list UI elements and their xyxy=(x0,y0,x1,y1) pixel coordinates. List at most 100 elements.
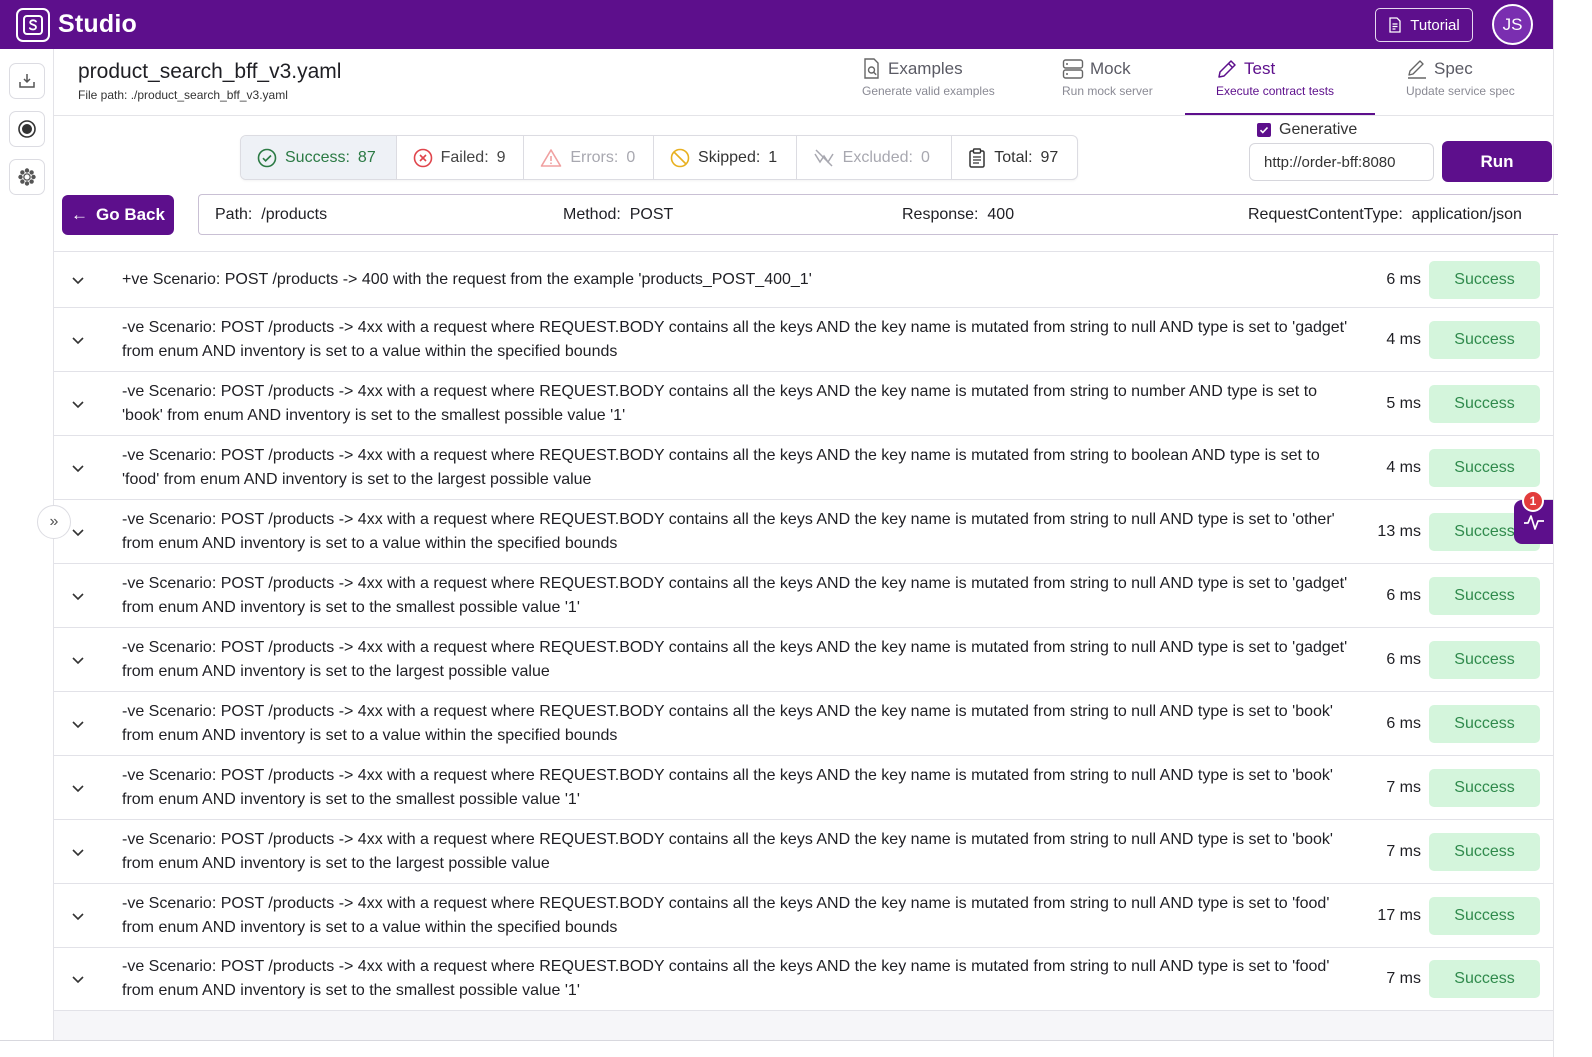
status-badge: Success xyxy=(1429,448,1540,487)
record-button[interactable] xyxy=(9,111,45,147)
chevron-down-icon[interactable] xyxy=(70,332,86,348)
stat-excluded[interactable]: Excluded: 0 xyxy=(797,136,953,179)
document-icon xyxy=(1389,17,1401,33)
scrollbar-strip[interactable] xyxy=(1553,0,1592,1057)
scenario-text: -ve Scenario: POST /products -> 4xx with… xyxy=(122,638,1348,680)
tab-sublabel: Update service spec xyxy=(1406,84,1515,98)
generative-checkbox[interactable]: Generative xyxy=(1257,121,1357,139)
file-path: File path: ./product_search_bff_v3.yaml xyxy=(78,88,288,102)
scenario-text: -ve Scenario: POST /products -> 4xx with… xyxy=(122,574,1348,616)
pulse-icon xyxy=(1523,515,1544,530)
go-back-label: Go Back xyxy=(96,205,165,224)
endpoint-info-bar: Path: /products Method: POST Response: 4… xyxy=(198,194,1558,235)
expand-sidebar-button[interactable]: » xyxy=(37,505,71,539)
result-row[interactable]: -ve Scenario: POST /products -> 4xx with… xyxy=(54,755,1553,819)
clipboard-icon xyxy=(969,147,986,168)
scenario-text: -ve Scenario: POST /products -> 4xx with… xyxy=(122,894,1330,936)
chevron-down-icon[interactable] xyxy=(70,971,86,987)
tab-spec[interactable]: Spec Update service spec xyxy=(1406,58,1515,116)
chevron-down-icon[interactable] xyxy=(70,780,86,796)
import-button[interactable] xyxy=(9,63,45,99)
warning-triangle-icon xyxy=(541,148,562,167)
stat-label: Errors: xyxy=(570,148,619,166)
chevron-down-icon[interactable] xyxy=(70,652,86,668)
base-url-input[interactable] xyxy=(1249,143,1434,181)
result-row[interactable]: -ve Scenario: POST /products -> 4xx with… xyxy=(54,947,1553,1011)
stat-skipped[interactable]: Skipped: 1 xyxy=(654,136,797,179)
method-value: POST xyxy=(629,206,674,223)
result-row[interactable]: -ve Scenario: POST /products -> 4xx with… xyxy=(54,691,1553,755)
status-badge: Success xyxy=(1429,704,1540,743)
result-row[interactable]: +ve Scenario: POST /products -> 400 with… xyxy=(54,251,1553,307)
chevron-down-icon[interactable] xyxy=(70,588,86,604)
status-badge: Success xyxy=(1429,896,1540,935)
record-icon xyxy=(18,120,36,138)
tutorial-label: Tutorial xyxy=(1410,16,1460,34)
result-row[interactable]: -ve Scenario: POST /products -> 4xx with… xyxy=(54,435,1553,499)
chevron-down-icon[interactable] xyxy=(70,844,86,860)
tab-sublabel: Generate valid examples xyxy=(862,84,995,98)
stat-label: Excluded: xyxy=(842,148,913,166)
user-avatar[interactable]: JS xyxy=(1492,4,1533,45)
scenario-text: +ve Scenario: POST /products -> 400 with… xyxy=(122,270,812,288)
x-circle-icon xyxy=(413,148,432,167)
stat-total[interactable]: Total: 97 xyxy=(952,136,1077,179)
stat-value: 9 xyxy=(496,148,506,166)
response-label: Response: xyxy=(902,206,979,223)
run-button[interactable]: Run xyxy=(1442,141,1552,182)
tab-mock[interactable]: Mock Run mock server xyxy=(1062,58,1153,116)
result-row[interactable]: -ve Scenario: POST /products -> 4xx with… xyxy=(54,627,1553,691)
stat-failed[interactable]: Failed: 9 xyxy=(397,136,525,179)
settings-button[interactable] xyxy=(9,159,45,195)
duration: 7 ms xyxy=(1386,970,1421,987)
stat-success[interactable]: Success: 87 xyxy=(241,136,397,179)
top-bar: Studio Tutorial JS xyxy=(0,0,1553,49)
content-type-info: RequestContentType: application/json xyxy=(1248,206,1522,224)
chevron-down-icon[interactable] xyxy=(70,524,86,540)
stat-errors[interactable]: Errors: 0 xyxy=(524,136,655,179)
stat-value: 1 xyxy=(768,148,778,166)
stat-label: Success: xyxy=(285,148,350,166)
brand[interactable]: Studio xyxy=(16,7,137,42)
scenario-text: -ve Scenario: POST /products -> 4xx with… xyxy=(122,766,1333,808)
duration: 13 ms xyxy=(1377,522,1421,540)
result-row[interactable]: -ve Scenario: POST /products -> 4xx with… xyxy=(54,307,1553,371)
chevron-down-icon[interactable] xyxy=(70,460,86,476)
tab-label: Mock xyxy=(1090,59,1131,78)
results-list: +ve Scenario: POST /products -> 400 with… xyxy=(54,251,1553,1011)
scenario-text: -ve Scenario: POST /products -> 4xx with… xyxy=(122,446,1320,488)
pencil-icon xyxy=(1218,60,1236,78)
duration: 4 ms xyxy=(1386,330,1421,348)
checkbox-checked-icon[interactable] xyxy=(1257,123,1271,137)
skip-circle-icon xyxy=(670,148,690,167)
double-chevron-right-icon: » xyxy=(49,513,59,530)
tab-label: Spec xyxy=(1434,59,1473,78)
tab-test[interactable]: Test Execute contract tests xyxy=(1216,58,1334,116)
chevron-down-icon[interactable] xyxy=(70,272,86,288)
header-divider xyxy=(54,115,1553,116)
bottom-divider xyxy=(0,1040,1553,1041)
tab-sublabel: Execute contract tests xyxy=(1216,84,1335,98)
check-circle-icon xyxy=(257,148,277,167)
response-info: Response: 400 xyxy=(902,206,1014,224)
result-row[interactable]: -ve Scenario: POST /products -> 4xx with… xyxy=(54,819,1553,883)
result-row[interactable]: -ve Scenario: POST /products -> 4xx with… xyxy=(54,883,1553,947)
tab-examples[interactable]: Examples Generate valid examples xyxy=(862,58,995,116)
chevron-down-icon[interactable] xyxy=(70,396,86,412)
tutorial-button[interactable]: Tutorial xyxy=(1375,8,1473,42)
scenario-text: -ve Scenario: POST /products -> 4xx with… xyxy=(122,958,1330,999)
duration: 7 ms xyxy=(1386,778,1421,796)
download-tray-icon xyxy=(19,74,35,88)
content-type-value: application/json xyxy=(1411,206,1522,223)
status-badge: Success xyxy=(1429,832,1540,871)
scenario-text: -ve Scenario: POST /products -> 4xx with… xyxy=(122,830,1333,872)
status-badge: Success xyxy=(1429,640,1540,679)
go-back-button[interactable]: ← Go Back xyxy=(62,195,174,235)
result-row[interactable]: -ve Scenario: POST /products -> 4xx with… xyxy=(54,371,1553,435)
chevron-down-icon[interactable] xyxy=(70,908,86,924)
scenario-text: -ve Scenario: POST /products -> 4xx with… xyxy=(122,382,1318,424)
duration: 5 ms xyxy=(1386,394,1421,412)
result-row[interactable]: -ve Scenario: POST /products -> 4xx with… xyxy=(54,499,1553,563)
chevron-down-icon[interactable] xyxy=(70,716,86,732)
result-row[interactable]: -ve Scenario: POST /products -> 4xx with… xyxy=(54,563,1553,627)
